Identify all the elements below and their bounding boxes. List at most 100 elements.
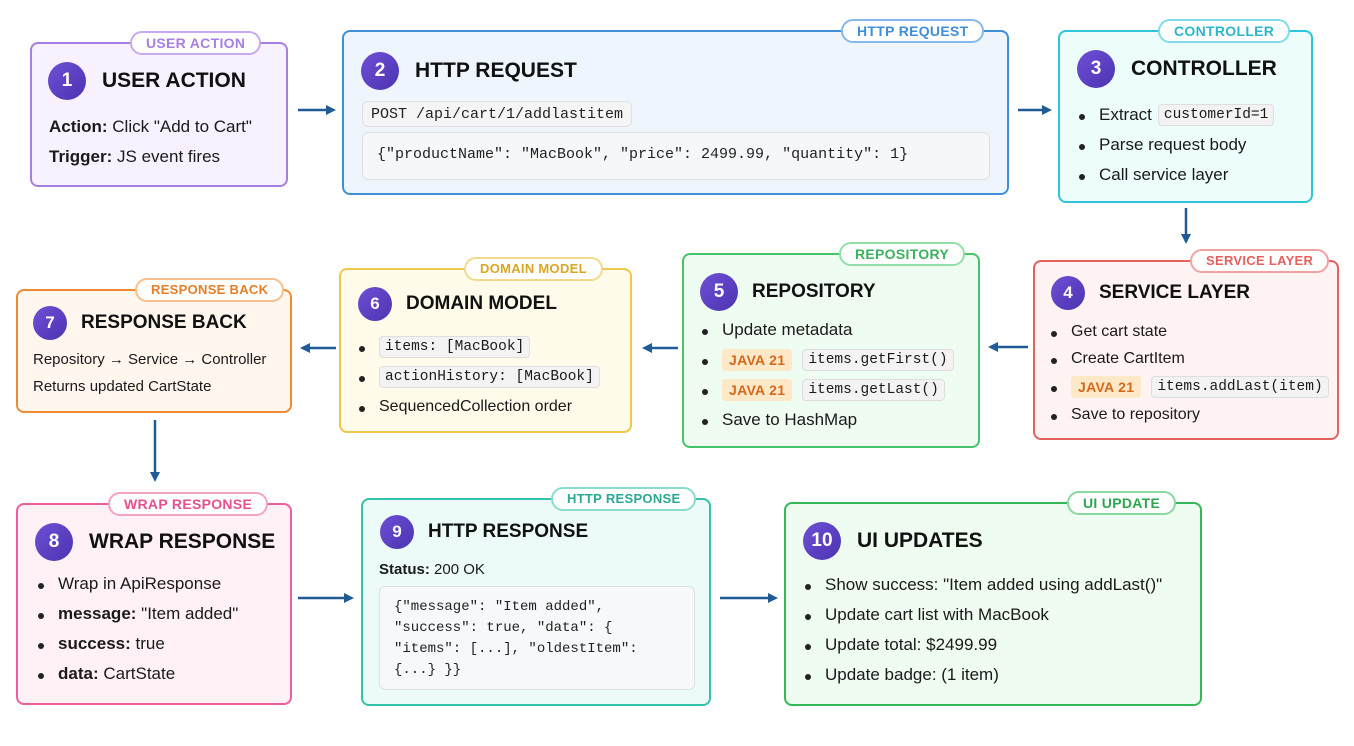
arrow-2-to-3	[1018, 105, 1052, 115]
list-item: Update total: $2499.99	[801, 630, 1162, 660]
step-3-tag: CONTROLLER	[1158, 19, 1291, 43]
response-path-text: Repository → Service → Controller	[33, 351, 267, 368]
list-item: data: CartState	[34, 659, 238, 689]
json-line: {...} }}	[394, 662, 462, 678]
step-3-number: 3	[1077, 50, 1115, 88]
domain-model-list: items: [MacBook] actionHistory: [MacBook…	[355, 332, 600, 422]
list-item: JAVA 21 items.addLast(item)	[1047, 372, 1329, 401]
arrow-8-to-9	[298, 593, 354, 603]
arrow-5-to-6	[642, 343, 678, 353]
get-first-code: items.getFirst()	[802, 349, 954, 371]
step-8-tag: WRAP RESPONSE	[108, 492, 269, 516]
step-6-number: 6	[358, 287, 392, 321]
json-line: "success": true, "data": {	[394, 620, 613, 636]
list-item: JAVA 21 items.getFirst()	[698, 345, 954, 375]
arrow-6-to-7	[300, 343, 336, 353]
step-4-number: 4	[1051, 276, 1085, 310]
list-item: Call service layer	[1075, 160, 1274, 190]
list-item: actionHistory: [MacBook]	[355, 362, 600, 392]
step-1-action-line: Action: Click "Add to Cart"	[49, 117, 252, 137]
java-21-badge: JAVA 21	[722, 349, 793, 371]
request-body-code: {"productName": "MacBook", "price": 2499…	[362, 132, 990, 180]
add-last-code: items.addLast(item)	[1151, 375, 1329, 398]
list-item: Update metadata	[698, 315, 954, 345]
list-item: Extract customerId=1	[1075, 100, 1275, 130]
response-returns-text: Returns updated CartState	[33, 378, 212, 395]
list-item: message: "Item added"	[34, 599, 238, 629]
trigger-label: Trigger:	[49, 147, 113, 166]
java-21-badge: JAVA 21	[1071, 375, 1142, 398]
step-5-number: 5	[700, 273, 738, 311]
step-9-http-response-card: HTTP RESPONSE 9 HTTP RESPONSE Status: 20…	[361, 487, 711, 706]
list-item: Show success: "Item added using addLast(…	[801, 570, 1162, 600]
arrow-3-to-4	[1181, 208, 1191, 244]
action-history-code: actionHistory: [MacBook]	[379, 366, 600, 388]
json-line: "items": [...], "oldestItem":	[394, 641, 638, 657]
list-item: Save to HashMap	[698, 405, 954, 435]
arrow-1-to-2	[298, 105, 336, 115]
data-label: data:	[58, 664, 99, 683]
data-value: CartState	[103, 664, 176, 683]
step-3-title: CONTROLLER	[1131, 57, 1277, 80]
step-6-tag: DOMAIN MODEL	[464, 257, 603, 281]
list-item: JAVA 21 items.getLast()	[698, 375, 954, 405]
list-item: Create CartItem	[1047, 345, 1329, 372]
step-4-service-layer-card: SERVICE LAYER 4 SERVICE LAYER Get cart s…	[1033, 249, 1339, 440]
status-label: Status:	[379, 561, 430, 578]
step-1-number: 1	[48, 62, 86, 100]
message-label: message:	[58, 604, 137, 623]
list-item: Wrap in ApiResponse	[34, 569, 238, 599]
step-10-tag: UI UPDATE	[1067, 491, 1177, 515]
wrap-response-list: Wrap in ApiResponse message: "Item added…	[34, 569, 238, 689]
get-last-code: items.getLast()	[802, 379, 945, 401]
list-item: success: true	[34, 629, 238, 659]
list-item: SequencedCollection order	[355, 392, 600, 422]
list-item: Get cart state	[1047, 318, 1329, 345]
step-1-title: USER ACTION	[102, 69, 246, 92]
arrow-7-to-8	[150, 420, 160, 482]
json-line: {"message": "Item added",	[394, 599, 605, 615]
endpoint-code: POST /api/cart/1/addlastitem	[362, 101, 633, 127]
step-5-title: REPOSITORY	[752, 281, 876, 302]
success-value: true	[135, 634, 165, 653]
step-5-tag: REPOSITORY	[839, 242, 966, 266]
step-6-domain-model-card: DOMAIN MODEL 6 DOMAIN MODEL items: [MacB…	[339, 257, 632, 433]
java-21-badge: JAVA 21	[722, 379, 793, 401]
message-value: "Item added"	[141, 604, 239, 623]
list-item: Parse request body	[1075, 130, 1274, 160]
step-1-user-action-card: USER ACTION 1 USER ACTION Action: Click …	[30, 31, 288, 187]
step-7-title: RESPONSE BACK	[81, 312, 247, 333]
step-3-controller-card: CONTROLLER 3 CONTROLLER Extract customer…	[1058, 19, 1313, 203]
trigger-value: JS event fires	[117, 147, 221, 166]
arrow-4-to-5	[988, 342, 1028, 352]
step-4-tag: SERVICE LAYER	[1190, 249, 1330, 273]
step-2-title: HTTP REQUEST	[415, 59, 577, 82]
step-8-wrap-response-card: WRAP RESPONSE 8 WRAP RESPONSE Wrap in Ap…	[16, 492, 292, 705]
list-item: Update cart list with MacBook	[801, 600, 1162, 630]
customer-id-code: customerId=1	[1157, 104, 1275, 126]
step-2-tag: HTTP REQUEST	[841, 19, 985, 43]
step-8-number: 8	[35, 523, 73, 561]
items-code: items: [MacBook]	[379, 336, 531, 358]
step-1-trigger-line: Trigger: JS event fires	[49, 147, 220, 167]
list-item: items: [MacBook]	[355, 332, 600, 362]
step-8-title: WRAP RESPONSE	[89, 530, 276, 553]
step-9-number: 9	[380, 515, 414, 549]
service-list: Get cart state Create CartItem JAVA 21 i…	[1047, 318, 1329, 428]
step-9-tag: HTTP RESPONSE	[551, 487, 697, 511]
step-1-tag: USER ACTION	[130, 31, 262, 55]
step-4-title: SERVICE LAYER	[1099, 282, 1250, 303]
list-item: Update badge: (1 item)	[801, 660, 1162, 690]
ui-updates-list: Show success: "Item added using addLast(…	[801, 570, 1162, 690]
success-label: success:	[58, 634, 131, 653]
step-9-title: HTTP RESPONSE	[428, 521, 589, 542]
list-item: Save to repository	[1047, 401, 1329, 428]
step-7-tag: RESPONSE BACK	[135, 278, 285, 302]
step-6-title: DOMAIN MODEL	[406, 293, 557, 314]
step-10-title: UI UPDATES	[857, 529, 983, 552]
response-json-code: {"message": "Item added", "success": tru…	[379, 586, 695, 690]
controller-list: Extract customerId=1 Parse request body …	[1075, 100, 1275, 190]
action-label: Action:	[49, 117, 108, 136]
arrow-9-to-10	[720, 593, 778, 603]
status-line: Status: 200 OK	[379, 561, 485, 578]
